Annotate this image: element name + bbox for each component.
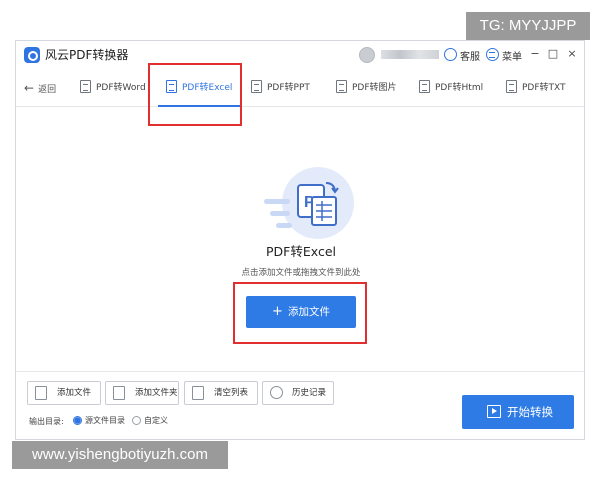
start-conversion-label: 开始转换: [507, 405, 553, 419]
app-logo-icon: [24, 47, 40, 63]
radio-custom-directory[interactable]: [132, 416, 141, 425]
pdf-file-icon: [80, 80, 91, 93]
start-conversion-button[interactable]: 开始转换: [462, 395, 574, 429]
tg-watermark: TG: MYYJJPP: [466, 12, 590, 40]
output-directory-label: 输出目录:: [29, 417, 64, 426]
source-directory-label[interactable]: 源文件目录: [85, 415, 125, 426]
user-avatar[interactable]: [359, 47, 375, 63]
app-window: 风云PDF转换器 客服 菜单 − □ × ← 返回 PDF转Word PDF转Ex…: [15, 40, 585, 440]
back-arrow-icon: ←: [24, 81, 35, 95]
drop-zone-hint: 点击添加文件或拖拽文件到此处: [241, 268, 361, 278]
pdf-file-icon: [336, 80, 347, 93]
add-file-small-label: 添加文件: [57, 388, 92, 398]
tab-label: PDF转Html: [435, 83, 484, 93]
folder-icon: [113, 386, 125, 400]
history-label: 历史记录: [292, 388, 327, 398]
tab-pdf-to-txt[interactable]: PDF转TXT: [506, 77, 566, 99]
add-folder-button[interactable]: 添加文件夹: [105, 381, 179, 405]
play-icon: [487, 405, 501, 418]
trash-icon: [192, 386, 204, 400]
clock-icon: [270, 386, 283, 399]
tab-label: PDF转图片: [352, 83, 397, 93]
radio-source-directory[interactable]: [73, 416, 82, 425]
tab-highlight-box: [148, 63, 242, 126]
tab-label: PDF转Word: [96, 83, 146, 93]
clear-list-label: 清空列表: [214, 388, 249, 398]
screenshot: TG: MYYJJPP 风云PDF转换器 客服 菜单 − □ × ← 返回 PDF…: [0, 0, 600, 480]
back-button[interactable]: ← 返回: [24, 81, 56, 95]
customer-service-button[interactable]: 客服: [460, 48, 480, 63]
converter-title: PDF转Excel: [266, 244, 336, 259]
tab-pdf-to-word[interactable]: PDF转Word: [80, 77, 146, 99]
app-title: 风云PDF转换器: [45, 48, 129, 62]
title-bar: 风云PDF转换器 客服 菜单 − □ ×: [16, 41, 584, 69]
pdf-file-icon: [419, 80, 430, 93]
conversion-toolbar: ← 返回 PDF转Word PDF转Excel PDF转PPT PDF转图片 PD…: [16, 69, 584, 107]
bottom-action-bar: 添加文件 添加文件夹 清空列表 历史记录 输出目录: 源文件目录 自定义 开始转…: [16, 371, 584, 439]
tab-label: PDF转TXT: [522, 83, 566, 93]
close-button[interactable]: ×: [565, 47, 579, 61]
menu-icon[interactable]: [486, 48, 499, 61]
add-file-small-button[interactable]: 添加文件: [27, 381, 101, 405]
maximize-button[interactable]: □: [546, 47, 560, 61]
headset-icon[interactable]: [444, 48, 457, 61]
back-label: 返回: [38, 85, 57, 95]
user-name-blurred: [381, 50, 439, 59]
tab-pdf-to-image[interactable]: PDF转图片: [336, 77, 397, 99]
pdf-file-icon: [506, 80, 517, 93]
tab-pdf-to-ppt[interactable]: PDF转PPT: [251, 77, 310, 99]
illustration-streaks: [264, 199, 292, 228]
pdf-file-icon: [251, 80, 262, 93]
menu-button[interactable]: 菜单: [502, 48, 522, 63]
file-icon: [35, 386, 47, 400]
tab-pdf-to-html[interactable]: PDF转Html: [419, 77, 483, 99]
minimize-button[interactable]: −: [528, 47, 542, 61]
clear-list-button[interactable]: 清空列表: [184, 381, 258, 405]
excel-sheet-icon: [311, 196, 337, 226]
url-watermark: www.yishengbotiyuzh.com: [12, 441, 228, 469]
custom-directory-label[interactable]: 自定义: [144, 415, 168, 426]
tab-label: PDF转PPT: [267, 83, 310, 93]
add-folder-label: 添加文件夹: [135, 388, 178, 398]
history-button[interactable]: 历史记录: [262, 381, 334, 405]
button-highlight-box: [233, 282, 367, 344]
